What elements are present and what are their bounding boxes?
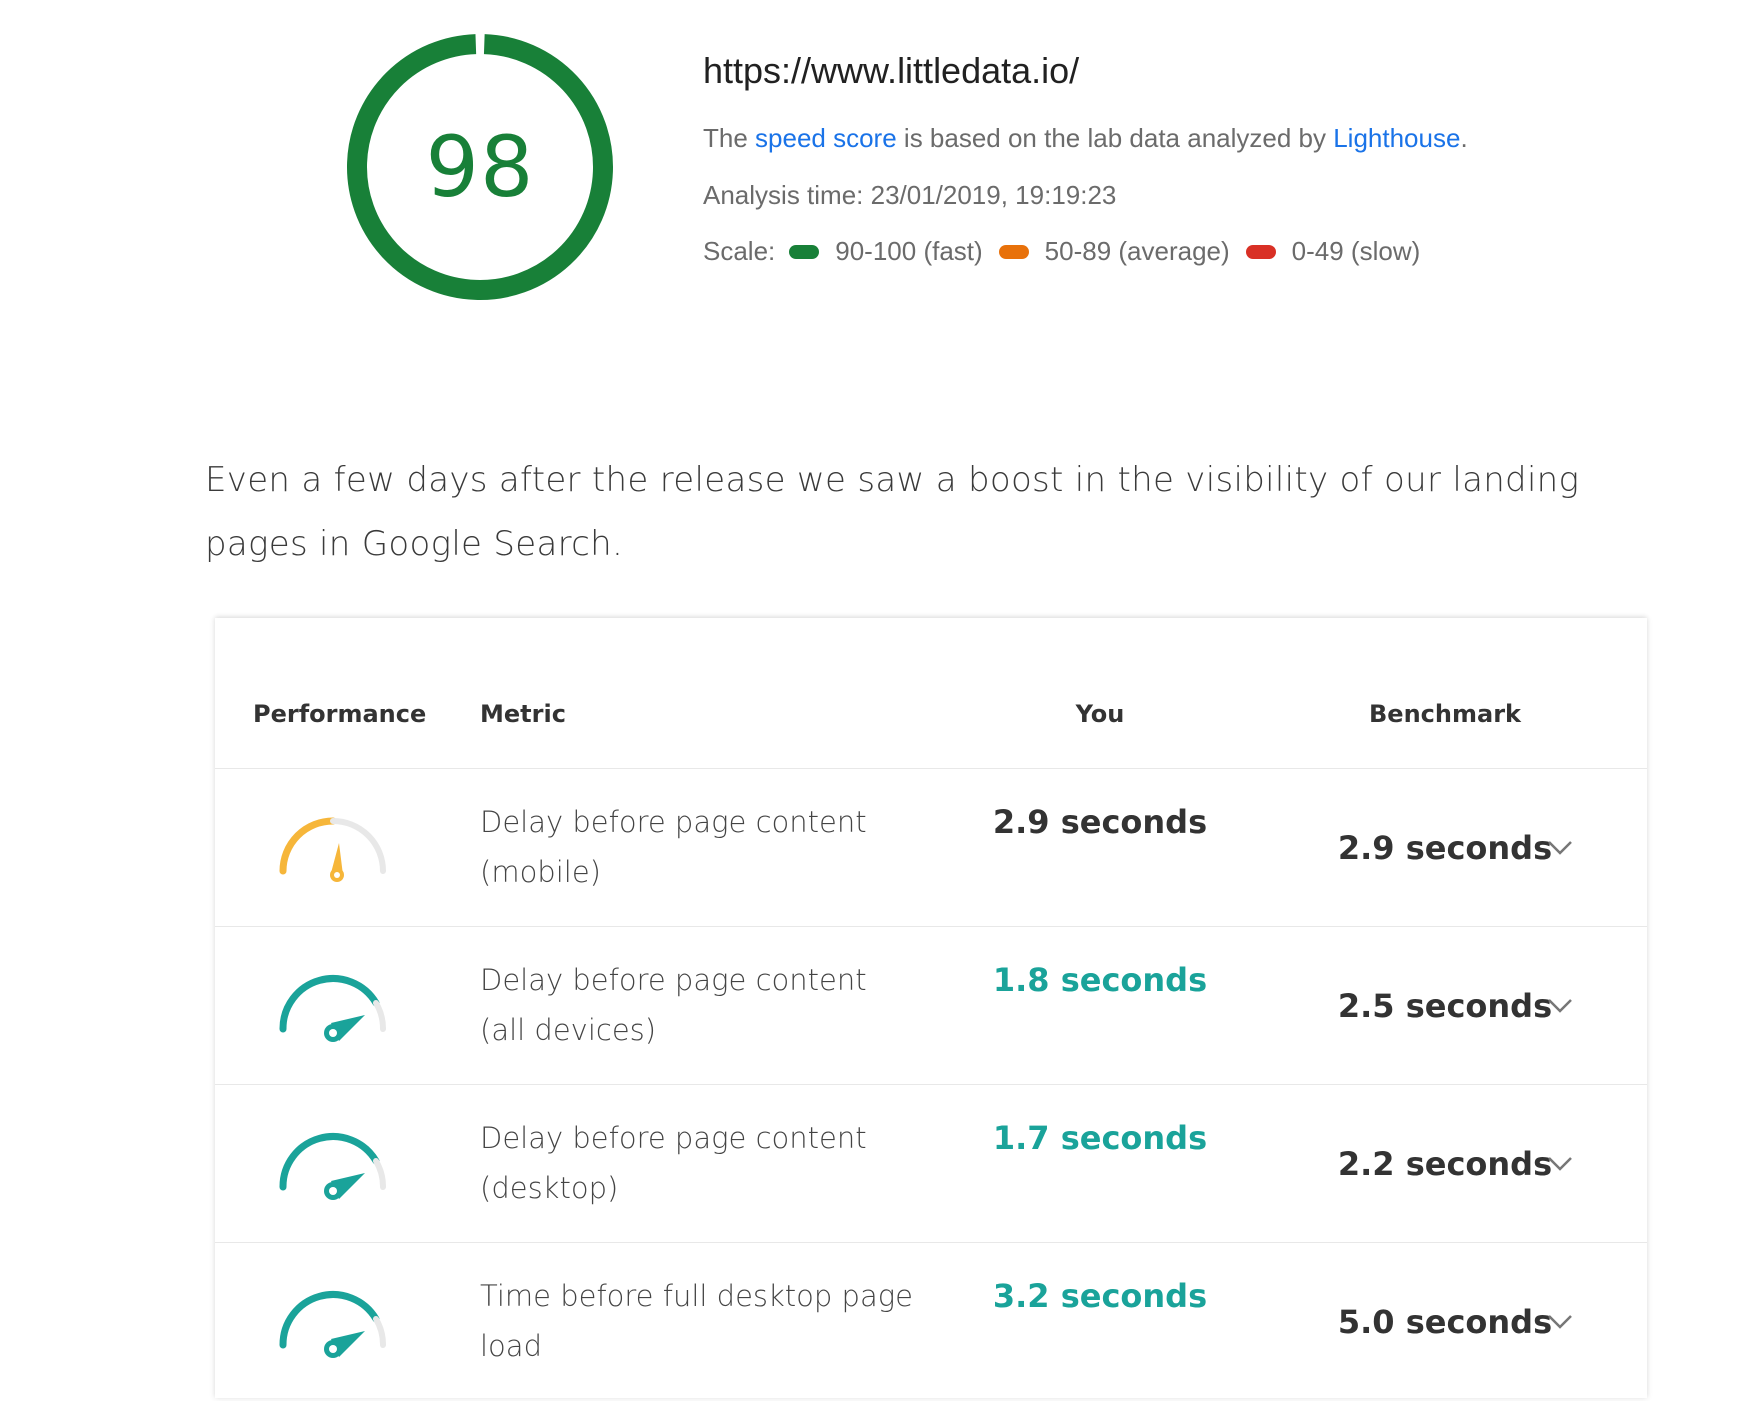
analysis-time: Analysis time: 23/01/2019, 19:19:23 bbox=[703, 180, 1117, 210]
intro-paragraph: Even a few days after the release we saw… bbox=[205, 460, 1580, 564]
explanation-suffix: . bbox=[1460, 123, 1468, 153]
header-you: You bbox=[1075, 700, 1125, 728]
score-scale: Scale: 90-100 (fast) 50-89 (average) 0-4… bbox=[703, 236, 1420, 267]
performance-score: 98 bbox=[425, 118, 535, 216]
you-value: 1.7 seconds bbox=[992, 1119, 1208, 1157]
fast-indicator-icon bbox=[789, 244, 820, 259]
scale-label: Scale: bbox=[703, 236, 776, 266]
table-row[interactable]: Delay before page content (desktop) 1.7 … bbox=[215, 1084, 1647, 1243]
header-metric: Metric bbox=[480, 700, 566, 728]
explanation-middle: is based on the lab data analyzed by bbox=[896, 123, 1334, 153]
slow-indicator-icon bbox=[1245, 244, 1276, 259]
metrics-table: Performance Metric You Benchmark Delay b… bbox=[215, 618, 1647, 1398]
chevron-down-icon[interactable] bbox=[1545, 993, 1575, 1017]
score-explanation: The speed score is based on the lab data… bbox=[703, 123, 1468, 154]
you-value: 1.8 seconds bbox=[992, 961, 1208, 999]
speedometer-fast-icon bbox=[279, 1133, 387, 1200]
site-url: https://www.littledata.io/ bbox=[703, 50, 1080, 91]
header-performance: Performance bbox=[253, 700, 427, 728]
scale-slow-label: 0-49 (slow) bbox=[1291, 236, 1421, 266]
speedometer-fast-icon bbox=[279, 975, 387, 1042]
speed-score-link[interactable]: speed score bbox=[755, 123, 897, 153]
average-indicator-icon bbox=[998, 244, 1029, 259]
metric-label: Delay before page content (mobile) bbox=[480, 805, 867, 889]
scale-fast-label: 90-100 (fast) bbox=[835, 236, 983, 266]
chevron-down-icon[interactable] bbox=[1545, 1309, 1575, 1333]
you-value: 3.2 seconds bbox=[992, 1277, 1208, 1315]
speedometer-average-icon bbox=[279, 817, 386, 882]
table-row[interactable]: Delay before page content (all devices) … bbox=[215, 926, 1647, 1085]
metric-label: Delay before page content (desktop) bbox=[480, 1121, 867, 1205]
chevron-down-icon[interactable] bbox=[1545, 1151, 1575, 1175]
scale-average-label: 50-89 (average) bbox=[1044, 236, 1230, 266]
you-value: 2.9 seconds bbox=[992, 803, 1208, 841]
explanation-prefix: The bbox=[703, 123, 756, 153]
table-row[interactable]: Time before full desktop page load 3.2 s… bbox=[215, 1242, 1647, 1401]
table-row[interactable]: Delay before page content (mobile) 2.9 s… bbox=[215, 768, 1647, 927]
speedometer-fast-icon bbox=[279, 1291, 387, 1358]
header-benchmark: Benchmark bbox=[1369, 700, 1521, 728]
chevron-down-icon[interactable] bbox=[1545, 835, 1575, 859]
lighthouse-link[interactable]: Lighthouse bbox=[1333, 123, 1460, 153]
metric-label: Delay before page content (all devices) bbox=[480, 963, 867, 1047]
metric-label: Time before full desktop page load bbox=[480, 1279, 913, 1363]
